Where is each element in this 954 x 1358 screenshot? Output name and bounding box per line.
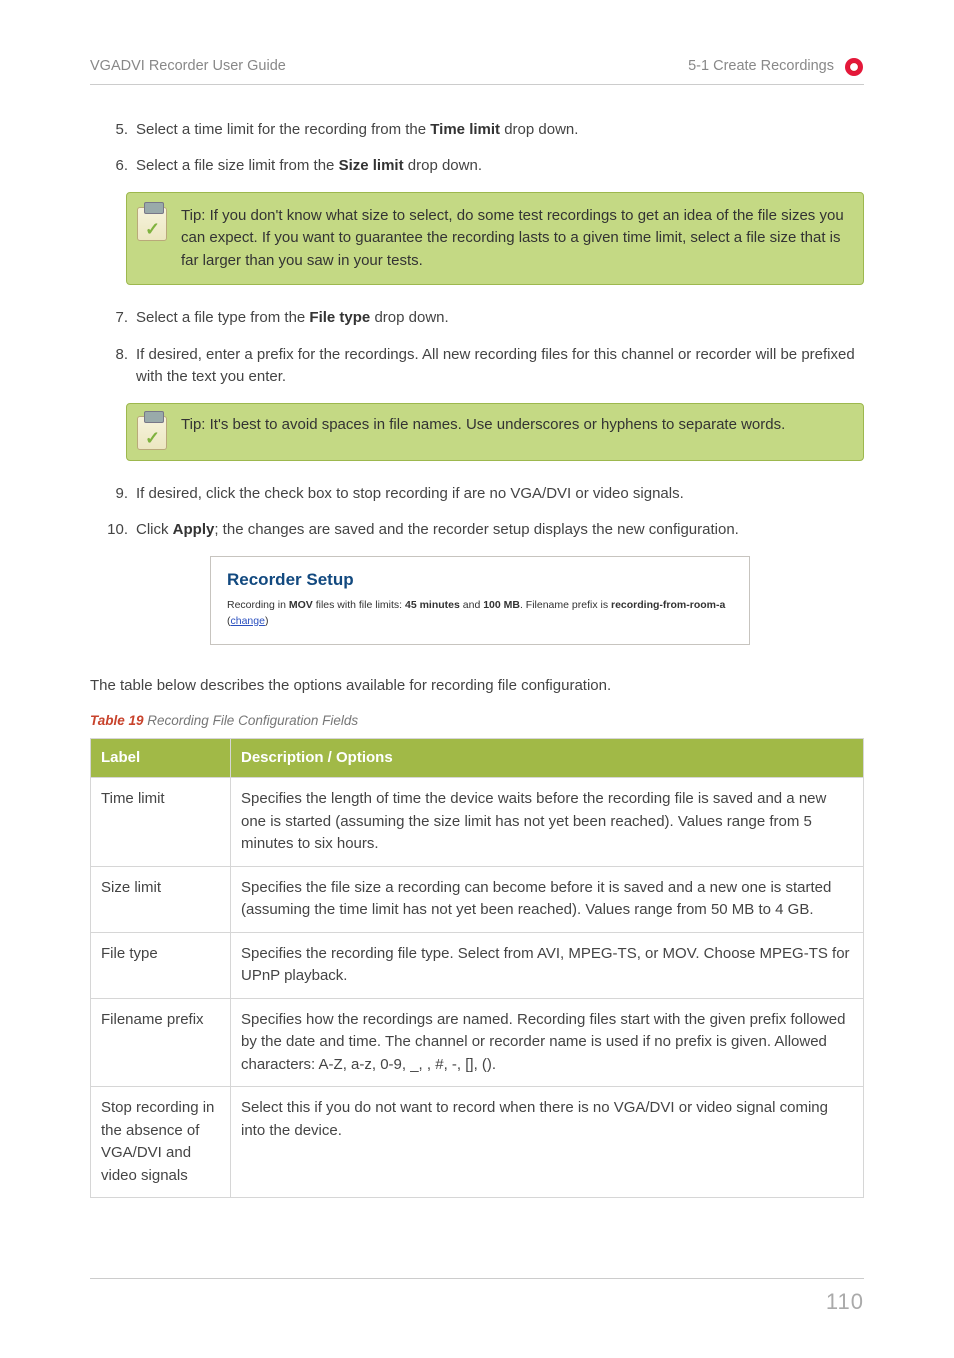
header-right: 5-1 Create Recordings (688, 56, 864, 78)
step-item: 10.Click Apply; the changes are saved an… (130, 519, 864, 542)
tip-callout: Tip: If you don't know what size to sele… (126, 192, 864, 286)
table-row: File typeSpecifies the recording file ty… (91, 932, 864, 998)
step-text: Select a time limit for the recording fr… (136, 121, 578, 138)
tip-callout: Tip: It's best to avoid spaces in file n… (126, 403, 864, 461)
recorder-setup-screenshot: Recorder Setup Recording in MOV files wi… (210, 556, 750, 645)
table-intro: The table below describes the options av… (90, 675, 864, 698)
table-row: Size limitSpecifies the file size a reco… (91, 866, 864, 932)
table-row: Stop recording in the absence of VGA/DVI… (91, 1087, 864, 1198)
step-text: If desired, click the check box to stop … (136, 485, 684, 502)
step-text: Select a file type from the File type dr… (136, 309, 449, 326)
step-text: Click Apply; the changes are saved and t… (136, 521, 739, 538)
tip-text: Tip: It's best to avoid spaces in file n… (181, 414, 785, 437)
step-item: 9.If desired, click the check box to sto… (130, 483, 864, 506)
table-row: Filename prefixSpecifies how the recordi… (91, 998, 864, 1087)
step-item: 5.Select a time limit for the recording … (130, 119, 864, 142)
step-item: 8.If desired, enter a prefix for the rec… (130, 344, 864, 389)
screenshot-title: Recorder Setup (227, 567, 733, 593)
header-left: VGADVI Recorder User Guide (90, 56, 286, 78)
th-label: Label (91, 738, 231, 778)
step-item: 6.Select a file size limit from the Size… (130, 155, 864, 178)
page-number: 110 (826, 1289, 864, 1314)
header-section: 5-1 Create Recordings (688, 56, 834, 78)
table-row: Time limitSpecifies the length of time t… (91, 778, 864, 867)
th-description: Description / Options (231, 738, 864, 778)
ordered-steps-1: 5.Select a time limit for the recording … (90, 119, 864, 178)
ordered-steps-3: 9.If desired, click the check box to sto… (90, 483, 864, 542)
clipboard-check-icon (137, 416, 167, 450)
clipboard-check-icon (137, 207, 167, 241)
table-caption: Table 19 Recording File Configuration Fi… (90, 711, 864, 731)
step-text: If desired, enter a prefix for the recor… (136, 346, 855, 386)
tip-text: Tip: If you don't know what size to sele… (181, 205, 847, 273)
ordered-steps-2: 7.Select a file type from the File type … (90, 307, 864, 389)
step-text: Select a file size limit from the Size l… (136, 157, 482, 174)
config-fields-table: Label Description / Options Time limitSp… (90, 738, 864, 1199)
page-footer: 110 (90, 1278, 864, 1318)
screenshot-status-line: Recording in MOV files with file limits:… (227, 598, 733, 630)
page-header: VGADVI Recorder User Guide 5-1 Create Re… (90, 56, 864, 85)
brand-logo-icon (844, 57, 864, 77)
step-item: 7.Select a file type from the File type … (130, 307, 864, 330)
change-link[interactable]: change (231, 615, 265, 627)
table-body: Time limitSpecifies the length of time t… (91, 778, 864, 1198)
